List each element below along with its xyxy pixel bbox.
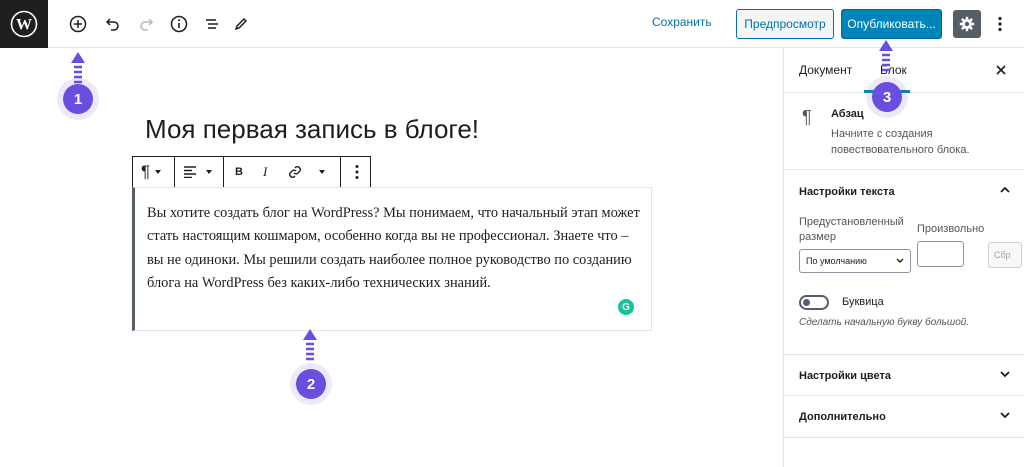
panel-advanced-title: Дополнительно [799,411,886,423]
bold-button[interactable]: B [235,157,243,187]
more-vertical-icon [355,165,359,179]
undo-button[interactable] [101,12,125,36]
redo-icon [140,18,154,31]
undo-icon [105,18,119,31]
dropcap-toggle[interactable] [799,295,829,310]
redo-button[interactable] [134,12,158,36]
align-left-icon [184,166,196,178]
bold-icon: B [235,166,243,178]
paragraph-block[interactable]: Вы хотите создать блог на WordPress? Мы … [132,187,652,331]
annotation-arrow-2 [303,329,317,361]
panel-color-settings-title: Настройки цвета [799,370,891,382]
block-navigation-button[interactable] [200,12,224,36]
close-sidebar-button[interactable] [996,62,1006,78]
custom-size-input[interactable] [917,241,964,267]
reset-size-label: Сбр [994,250,1011,260]
block-options-button[interactable] [355,157,359,187]
more-formatting-button[interactable] [319,157,325,187]
dropcap-label: Буквица [842,296,884,308]
chevron-down-icon [1000,371,1010,378]
panel-divider [784,437,1024,438]
panel-color-settings-toggle[interactable]: Настройки цвета [784,354,1024,398]
gear-icon [959,16,975,32]
caret-down-icon [155,170,162,174]
save-draft-link[interactable]: Сохранить [652,15,712,29]
custom-size-label: Произвольно [917,223,985,235]
panel-text-settings-title: Настройки текста [799,186,895,198]
toolbar-separator [174,157,175,187]
annotation-marker-1: 1 [63,84,93,114]
tab-document[interactable]: Документ [799,63,852,77]
toolbar-separator [340,157,341,187]
editor-header: W Сохранить Предпросмотр Опубликовать... [0,0,1024,48]
preview-button[interactable]: Предпросмотр [736,9,834,39]
link-icon [289,166,301,178]
chevron-up-icon [1000,186,1010,193]
panel-advanced-toggle[interactable]: Дополнительно [784,395,1024,439]
svg-text:W: W [16,17,32,34]
annotation-marker-2: 2 [296,369,326,399]
post-title[interactable]: Моя первая запись в блоге! [145,114,479,145]
sidebar-tabs: Документ Блок [784,48,1024,93]
annotation-arrow-3 [879,40,893,72]
block-card: ¶ Абзац Начните с создания повествовател… [784,93,1024,170]
caret-down-icon [319,170,325,174]
paragraph-icon: ¶ [802,107,812,127]
annotation-number-1: 1 [73,90,83,108]
align-button[interactable] [184,157,212,187]
preset-size-label: Предустановленный размер [799,216,904,243]
toggle-knob [803,299,810,306]
link-button[interactable] [288,157,302,187]
toolbar-separator [223,157,224,187]
content-info-button[interactable] [167,12,191,36]
annotation-number-3: 3 [882,88,892,106]
panel-text-settings-toggle[interactable]: Настройки текста [784,170,1024,214]
caret-down-icon [206,170,212,174]
publish-button[interactable]: Опубликовать... [841,9,942,39]
block-toolbar: ¶ B I [132,156,371,188]
plus-circle-icon [69,15,87,33]
list-outline-icon [206,19,218,29]
italic-icon: I [263,164,268,179]
add-block-button[interactable] [66,12,90,36]
settings-sidebar: Документ Блок ¶ Абзац Начните с создания… [783,48,1024,467]
grammarly-letter: G [622,301,630,313]
wordpress-logo[interactable]: W [0,0,48,48]
chevron-down-icon [896,258,904,263]
font-size-select[interactable]: По умолчанию [799,249,911,273]
block-card-title: Абзац [831,108,864,120]
edit-mode-button[interactable] [229,12,253,36]
more-vertical-icon [998,16,1002,32]
block-switcher-button[interactable]: ¶ [141,157,162,187]
grammarly-icon[interactable]: G [618,299,634,315]
settings-button[interactable] [953,10,981,38]
paragraph-icon: ¶ [141,162,151,181]
annotation-marker-3: 3 [872,82,902,112]
pencil-icon [234,17,248,31]
close-icon [996,65,1006,75]
wordpress-icon: W [10,10,38,38]
dropcap-help-text: Сделать начальную букву большой. [799,317,970,328]
annotation-number-2: 2 [306,375,316,393]
paragraph-text[interactable]: Вы хотите создать блог на WordPress? Мы … [147,202,647,295]
block-card-description: Начните с создания повествовательного бл… [831,128,970,156]
italic-button[interactable]: I [263,157,267,187]
font-size-select-value: По умолчанию [806,256,867,266]
reset-size-button[interactable]: Сбр [988,242,1022,268]
more-menu-button[interactable] [994,12,1006,36]
chevron-down-icon [1000,412,1010,419]
info-icon [170,15,188,33]
